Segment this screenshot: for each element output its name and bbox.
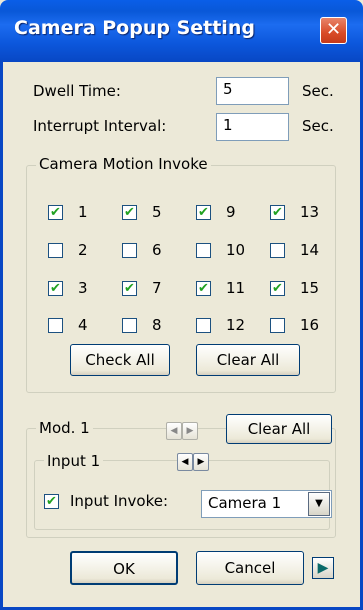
module-legend: Mod. 1 bbox=[36, 419, 93, 437]
camera-checkbox-label-9: 9 bbox=[226, 203, 236, 221]
camera-checkbox-label-11: 11 bbox=[226, 279, 246, 297]
expand-arrow-icon[interactable]: ▶ bbox=[312, 557, 334, 579]
camera-checkbox-10[interactable] bbox=[196, 243, 211, 258]
interrupt-interval-label: Interrupt Interval: bbox=[33, 117, 167, 135]
camera-checkbox-label-2: 2 bbox=[78, 241, 88, 259]
module-clear-all-button[interactable]: Clear All bbox=[226, 414, 332, 444]
camera-checkbox-label-5: 5 bbox=[152, 203, 162, 221]
interrupt-interval-input[interactable]: 1 bbox=[216, 113, 289, 141]
input-invoke-checkbox[interactable]: ✔ bbox=[44, 494, 59, 509]
camera-select-dropdown[interactable]: Camera 1 ▼ bbox=[201, 490, 332, 518]
module-prev-button[interactable]: ◀ bbox=[166, 422, 182, 440]
cancel-button[interactable]: Cancel bbox=[196, 551, 304, 585]
input-next-button[interactable]: ▶ bbox=[193, 453, 209, 471]
input-invoke-label: Input Invoke: bbox=[70, 492, 169, 510]
input-prev-button[interactable]: ◀ bbox=[177, 453, 193, 471]
camera-motion-legend: Camera Motion Invoke bbox=[36, 155, 211, 173]
camera-checkbox-1[interactable]: ✔ bbox=[48, 205, 63, 220]
camera-checkbox-label-4: 4 bbox=[78, 316, 88, 334]
module-next-button[interactable]: ▶ bbox=[182, 422, 198, 440]
camera-checkbox-label-14: 14 bbox=[300, 241, 320, 259]
chevron-down-icon[interactable]: ▼ bbox=[308, 492, 330, 516]
camera-checkbox-label-1: 1 bbox=[78, 203, 88, 221]
camera-checkbox-label-8: 8 bbox=[152, 316, 162, 334]
camera-select-value: Camera 1 bbox=[208, 494, 282, 512]
camera-checkbox-label-3: 3 bbox=[78, 279, 88, 297]
camera-checkbox-2[interactable] bbox=[48, 243, 63, 258]
check-all-button[interactable]: Check All bbox=[70, 344, 170, 376]
camera-checkbox-15[interactable]: ✔ bbox=[270, 281, 285, 296]
camera-checkbox-4[interactable] bbox=[48, 318, 63, 333]
camera-checkbox-9[interactable]: ✔ bbox=[196, 205, 211, 220]
camera-checkbox-label-15: 15 bbox=[300, 279, 320, 297]
dwell-time-unit: Sec. bbox=[302, 82, 334, 100]
ok-button[interactable]: OK bbox=[70, 551, 178, 585]
close-button[interactable]: ✕ bbox=[320, 17, 347, 44]
dwell-time-input[interactable]: 5 bbox=[216, 77, 289, 105]
camera-checkbox-7[interactable]: ✔ bbox=[122, 281, 137, 296]
clear-all-button[interactable]: Clear All bbox=[196, 344, 300, 376]
camera-checkbox-label-7: 7 bbox=[152, 279, 162, 297]
window-title: Camera Popup Setting bbox=[14, 17, 255, 39]
camera-checkbox-5[interactable]: ✔ bbox=[122, 205, 137, 220]
camera-checkbox-label-12: 12 bbox=[226, 316, 246, 334]
camera-checkbox-6[interactable] bbox=[122, 243, 137, 258]
camera-checkbox-11[interactable]: ✔ bbox=[196, 281, 211, 296]
camera-checkbox-label-6: 6 bbox=[152, 241, 162, 259]
input-legend: Input 1 bbox=[44, 452, 104, 470]
camera-checkbox-label-13: 13 bbox=[300, 203, 320, 221]
camera-checkbox-12[interactable] bbox=[196, 318, 211, 333]
interrupt-interval-unit: Sec. bbox=[302, 117, 334, 135]
camera-checkbox-14[interactable] bbox=[270, 243, 285, 258]
camera-checkbox-3[interactable]: ✔ bbox=[48, 281, 63, 296]
camera-checkbox-label-10: 10 bbox=[226, 241, 246, 259]
camera-checkbox-8[interactable] bbox=[122, 318, 137, 333]
camera-checkbox-13[interactable]: ✔ bbox=[270, 205, 285, 220]
camera-checkbox-16[interactable] bbox=[270, 318, 285, 333]
dwell-time-label: Dwell Time: bbox=[33, 82, 121, 100]
camera-checkbox-label-16: 16 bbox=[300, 316, 320, 334]
